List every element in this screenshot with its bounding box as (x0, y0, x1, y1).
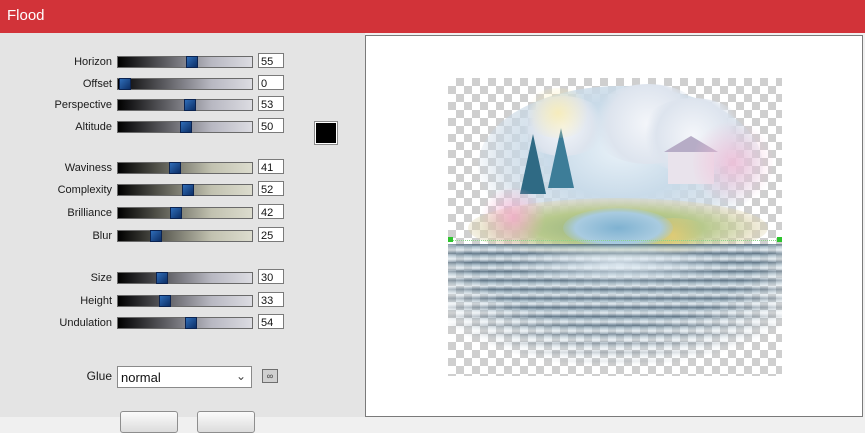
glue-select-value: normal (121, 370, 161, 385)
row-offset: Offset 0 (0, 75, 365, 95)
offset-slider[interactable] (117, 78, 253, 90)
brilliance-slider[interactable] (117, 207, 253, 219)
row-blur: Blur 25 (0, 227, 365, 247)
flowers (693, 118, 773, 208)
horizon-handle-right[interactable] (777, 237, 782, 242)
height-label: Height (80, 295, 112, 307)
height-value[interactable]: 33 (258, 292, 284, 307)
height-slider[interactable] (117, 295, 253, 307)
size-label: Size (90, 272, 112, 284)
altitude-label: Altitude (75, 121, 112, 133)
offset-value[interactable]: 0 (258, 75, 284, 90)
color-swatch[interactable] (315, 122, 337, 144)
horizon-slider[interactable] (117, 56, 253, 68)
perspective-label: Perspective (54, 99, 112, 111)
row-undulation: Undulation 54 (0, 314, 365, 334)
preview-panel (365, 35, 863, 417)
row-perspective: Perspective 53 (0, 96, 365, 116)
horizon-label: Horizon (74, 56, 112, 68)
window-title: Flood (7, 7, 45, 24)
row-brilliance: Brilliance 42 (0, 204, 365, 224)
preview-image[interactable] (448, 78, 782, 376)
controls-panel: Horizon 55 Offset 0 Perspective 53 Altit… (0, 33, 365, 433)
undulation-value[interactable]: 54 (258, 314, 284, 329)
altitude-slider[interactable] (117, 121, 253, 133)
blur-label: Blur (92, 230, 112, 242)
undulation-slider[interactable] (117, 317, 253, 329)
waviness-label: Waviness (64, 162, 112, 174)
brilliance-value[interactable]: 42 (258, 204, 284, 219)
offset-label: Offset (82, 78, 112, 90)
preset-button-left[interactable] (120, 411, 178, 433)
row-height: Height 33 (0, 292, 365, 312)
glue-label: Glue (86, 369, 112, 383)
sun-glow (523, 88, 593, 138)
title-bar: Flood (0, 0, 865, 33)
water-reflection (508, 244, 728, 284)
glue-select[interactable]: normal ⌄ (117, 366, 252, 388)
tree (520, 134, 546, 194)
complexity-slider[interactable] (117, 184, 253, 196)
undulation-label: Undulation (59, 317, 112, 329)
row-size: Size 30 (0, 269, 365, 289)
size-slider[interactable] (117, 272, 253, 284)
altitude-value[interactable]: 50 (258, 118, 284, 133)
river (563, 208, 673, 248)
size-value[interactable]: 30 (258, 269, 284, 284)
preset-button-right[interactable] (197, 411, 255, 433)
perspective-slider[interactable] (117, 99, 253, 111)
complexity-value[interactable]: 52 (258, 181, 284, 196)
row-complexity: Complexity 52 (0, 181, 365, 201)
horizon-value[interactable]: 55 (258, 53, 284, 68)
row-waviness: Waviness 41 (0, 159, 365, 179)
link-icon[interactable]: ∞ (262, 369, 278, 383)
blur-value[interactable]: 25 (258, 227, 284, 242)
chevron-down-icon: ⌄ (235, 369, 246, 383)
complexity-label: Complexity (57, 184, 112, 196)
horizon-handle-left[interactable] (448, 237, 453, 242)
row-horizon: Horizon 55 (0, 53, 365, 73)
waviness-value[interactable]: 41 (258, 159, 284, 174)
waviness-slider[interactable] (117, 162, 253, 174)
brilliance-label: Brilliance (67, 207, 112, 219)
horizon-line (448, 240, 782, 241)
blur-slider[interactable] (117, 230, 253, 242)
flowers (478, 188, 548, 248)
row-altitude: Altitude 50 (0, 118, 365, 138)
perspective-value[interactable]: 53 (258, 96, 284, 111)
